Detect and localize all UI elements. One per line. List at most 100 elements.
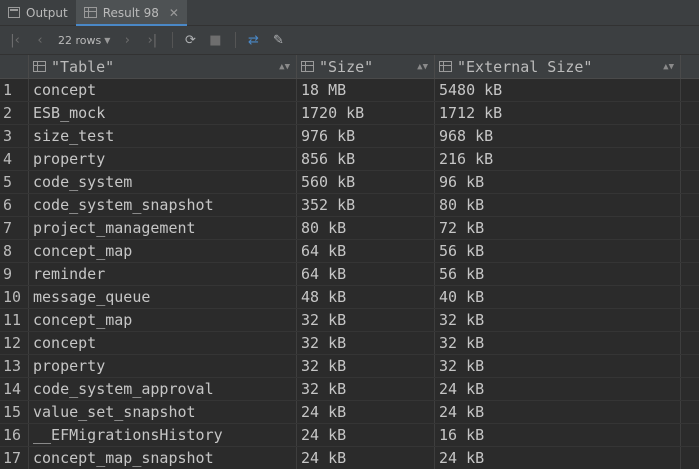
cell-table[interactable]: concept_map: [29, 309, 297, 331]
table-row[interactable]: 7 project_management 80 kB 72 kB: [0, 217, 699, 240]
table-row[interactable]: 6 code_system_snapshot 352 kB 80 kB: [0, 194, 699, 217]
rows-count-dropdown[interactable]: 22 rows ▼: [58, 34, 110, 47]
sort-icon[interactable]: ▲▼: [417, 62, 428, 72]
sort-icon[interactable]: ▲▼: [663, 62, 674, 72]
refresh-icon[interactable]: ⟳: [179, 29, 201, 51]
compare-icon[interactable]: ⇄: [242, 29, 264, 51]
next-page-icon[interactable]: ›: [116, 29, 138, 51]
cell-size[interactable]: 352 kB: [297, 194, 435, 216]
cell-external-size[interactable]: 32 kB: [435, 332, 681, 354]
table-row[interactable]: 11 concept_map 32 kB 32 kB: [0, 309, 699, 332]
cell-table[interactable]: value_set_snapshot: [29, 401, 297, 423]
cell-table[interactable]: concept: [29, 79, 297, 101]
cell-table[interactable]: reminder: [29, 263, 297, 285]
row-number[interactable]: 8: [0, 240, 29, 262]
cell-size[interactable]: 32 kB: [297, 355, 435, 377]
row-number[interactable]: 9: [0, 263, 29, 285]
cell-external-size[interactable]: 216 kB: [435, 148, 681, 170]
cell-table[interactable]: property: [29, 148, 297, 170]
cell-external-size[interactable]: 56 kB: [435, 263, 681, 285]
table-row[interactable]: 12 concept 32 kB 32 kB: [0, 332, 699, 355]
cell-external-size[interactable]: 24 kB: [435, 378, 681, 400]
cell-table[interactable]: project_management: [29, 217, 297, 239]
cell-size[interactable]: 32 kB: [297, 378, 435, 400]
cell-external-size[interactable]: 32 kB: [435, 355, 681, 377]
cell-external-size[interactable]: 24 kB: [435, 401, 681, 423]
table-row[interactable]: 1 concept 18 MB 5480 kB: [0, 79, 699, 102]
tab-result-98[interactable]: Result 98 ✕: [75, 0, 188, 26]
cell-size[interactable]: 1720 kB: [297, 102, 435, 124]
row-number[interactable]: 16: [0, 424, 29, 446]
row-number[interactable]: 13: [0, 355, 29, 377]
cell-external-size[interactable]: 96 kB: [435, 171, 681, 193]
cell-external-size[interactable]: 56 kB: [435, 240, 681, 262]
row-number[interactable]: 7: [0, 217, 29, 239]
table-row[interactable]: 10 message_queue 48 kB 40 kB: [0, 286, 699, 309]
table-row[interactable]: 9 reminder 64 kB 56 kB: [0, 263, 699, 286]
row-number[interactable]: 17: [0, 447, 29, 469]
pin-icon[interactable]: ✎: [267, 29, 289, 51]
cell-table[interactable]: code_system: [29, 171, 297, 193]
row-number[interactable]: 3: [0, 125, 29, 147]
cell-external-size[interactable]: 40 kB: [435, 286, 681, 308]
column-header-size[interactable]: "Size" ▲▼: [297, 55, 435, 78]
row-number[interactable]: 15: [0, 401, 29, 423]
cell-size[interactable]: 18 MB: [297, 79, 435, 101]
cell-size[interactable]: 976 kB: [297, 125, 435, 147]
row-number[interactable]: 1: [0, 79, 29, 101]
cell-size[interactable]: 560 kB: [297, 171, 435, 193]
cell-table[interactable]: ESB_mock: [29, 102, 297, 124]
table-row[interactable]: 16 __EFMigrationsHistory 24 kB 16 kB: [0, 424, 699, 447]
table-row[interactable]: 4 property 856 kB 216 kB: [0, 148, 699, 171]
cell-table[interactable]: property: [29, 355, 297, 377]
cell-size[interactable]: 32 kB: [297, 309, 435, 331]
cell-size[interactable]: 48 kB: [297, 286, 435, 308]
cell-table[interactable]: concept: [29, 332, 297, 354]
cell-external-size[interactable]: 5480 kB: [435, 79, 681, 101]
table-row[interactable]: 5 code_system 560 kB 96 kB: [0, 171, 699, 194]
tab-output[interactable]: Output: [0, 0, 76, 25]
cell-size[interactable]: 64 kB: [297, 240, 435, 262]
cell-size[interactable]: 24 kB: [297, 447, 435, 469]
row-number[interactable]: 14: [0, 378, 29, 400]
stop-icon[interactable]: ■: [204, 29, 226, 51]
cell-external-size[interactable]: 1712 kB: [435, 102, 681, 124]
cell-table[interactable]: concept_map_snapshot: [29, 447, 297, 469]
table-row[interactable]: 17 concept_map_snapshot 24 kB 24 kB: [0, 447, 699, 469]
row-number[interactable]: 6: [0, 194, 29, 216]
cell-table[interactable]: size_test: [29, 125, 297, 147]
last-page-icon[interactable]: ›|: [141, 29, 163, 51]
column-header-external-size[interactable]: "External Size" ▲▼: [435, 55, 681, 78]
cell-size[interactable]: 64 kB: [297, 263, 435, 285]
cell-size[interactable]: 80 kB: [297, 217, 435, 239]
cell-size[interactable]: 856 kB: [297, 148, 435, 170]
table-row[interactable]: 8 concept_map 64 kB 56 kB: [0, 240, 699, 263]
table-row[interactable]: 13 property 32 kB 32 kB: [0, 355, 699, 378]
column-header-table[interactable]: "Table" ▲▼: [29, 55, 297, 78]
cell-external-size[interactable]: 16 kB: [435, 424, 681, 446]
cell-size[interactable]: 24 kB: [297, 424, 435, 446]
row-number[interactable]: 11: [0, 309, 29, 331]
cell-external-size[interactable]: 24 kB: [435, 447, 681, 469]
table-row[interactable]: 3 size_test 976 kB 968 kB: [0, 125, 699, 148]
cell-table[interactable]: code_system_approval: [29, 378, 297, 400]
sort-icon[interactable]: ▲▼: [279, 62, 290, 72]
row-number[interactable]: 5: [0, 171, 29, 193]
cell-external-size[interactable]: 32 kB: [435, 309, 681, 331]
cell-table[interactable]: concept_map: [29, 240, 297, 262]
cell-table[interactable]: code_system_snapshot: [29, 194, 297, 216]
table-row[interactable]: 14 code_system_approval 32 kB 24 kB: [0, 378, 699, 401]
cell-table[interactable]: message_queue: [29, 286, 297, 308]
cell-size[interactable]: 24 kB: [297, 401, 435, 423]
row-number[interactable]: 12: [0, 332, 29, 354]
close-icon[interactable]: ✕: [169, 6, 179, 20]
prev-page-icon[interactable]: ‹: [29, 29, 51, 51]
table-row[interactable]: 15 value_set_snapshot 24 kB 24 kB: [0, 401, 699, 424]
row-number[interactable]: 4: [0, 148, 29, 170]
cell-table[interactable]: __EFMigrationsHistory: [29, 424, 297, 446]
first-page-icon[interactable]: |‹: [4, 29, 26, 51]
cell-external-size[interactable]: 968 kB: [435, 125, 681, 147]
table-row[interactable]: 2 ESB_mock 1720 kB 1712 kB: [0, 102, 699, 125]
cell-size[interactable]: 32 kB: [297, 332, 435, 354]
cell-external-size[interactable]: 80 kB: [435, 194, 681, 216]
